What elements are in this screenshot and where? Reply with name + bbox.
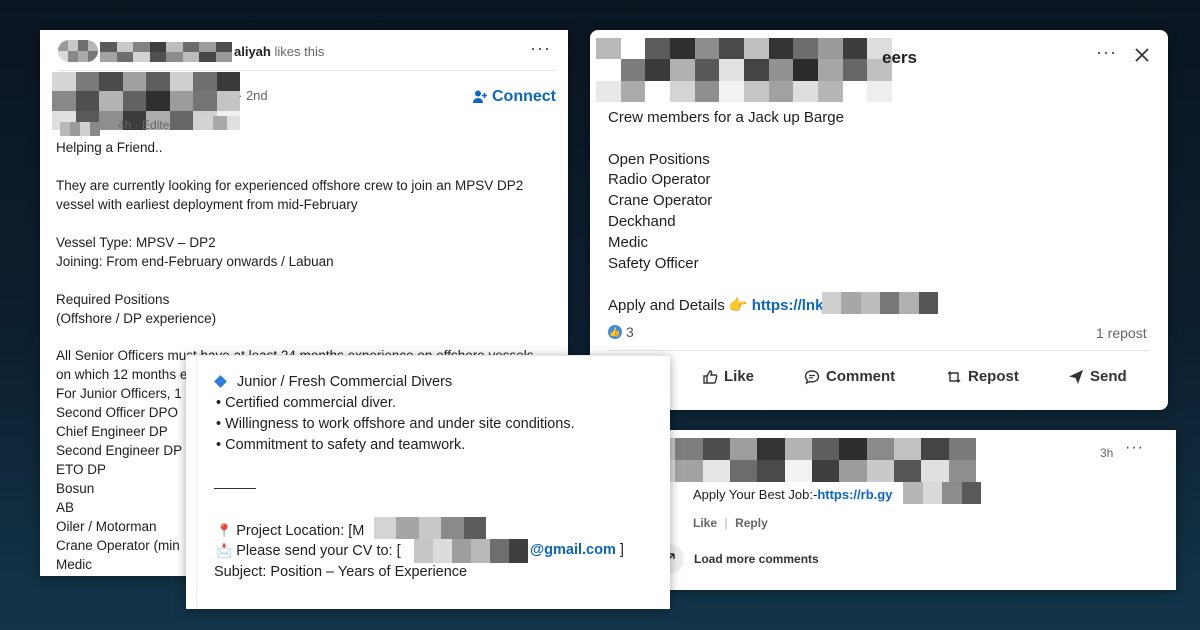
post-card-jack-up-barge: eers ··· Crew members for a Jack up Barg… xyxy=(590,30,1168,410)
bullet-item: • Commitment to safety and teamwork. xyxy=(216,437,466,453)
author-avatar-blurred xyxy=(60,122,100,136)
divider xyxy=(58,70,554,71)
post-body-line: Required Positions xyxy=(56,291,170,307)
pin-icon: 📍 xyxy=(216,523,233,538)
post-time-blur xyxy=(200,116,240,130)
send-icon xyxy=(1069,369,1083,384)
company-blurred xyxy=(596,38,892,102)
comment-link[interactable]: https://rb.gy xyxy=(817,487,892,502)
divider xyxy=(186,355,670,356)
comment-button[interactable]: Comment xyxy=(804,368,895,385)
post-body-line: Oiler / Motorman xyxy=(56,519,157,534)
send-cv-row: 📩 Please send your CV to: [ xyxy=(216,543,401,559)
post-body-line: Crane Operator (min xyxy=(56,537,180,553)
comment-icon xyxy=(804,369,820,384)
pointing-hand-icon: 👉 xyxy=(728,297,748,314)
location-blurred xyxy=(374,517,486,539)
comment-text: Apply Your Best Job:-https://rb.gy xyxy=(693,487,893,502)
post-body-line: Joining: From end-February onwards / Lab… xyxy=(56,253,334,269)
post-body-line: Medic xyxy=(608,233,649,251)
repost-button[interactable]: Repost xyxy=(946,368,1019,385)
project-location: 📍 Project Location: [M xyxy=(216,523,365,539)
repost-count[interactable]: 1 repost xyxy=(1096,324,1147,343)
post-body-line: (Offshore / DP experience) xyxy=(56,310,217,326)
like-button[interactable]: Like xyxy=(702,368,754,385)
post-body-line: Safety Officer xyxy=(608,254,699,272)
scroll-edge xyxy=(196,355,197,609)
apply-link-blurred xyxy=(822,292,938,314)
post-card-divers: Junior / Fresh Commercial Divers • Certi… xyxy=(186,355,670,609)
connection-degree: · 2nd xyxy=(238,88,268,103)
envelope-icon: 📩 xyxy=(216,543,233,558)
email-tail: @gmail.com ] xyxy=(530,542,624,558)
post-body-line: Helping a Friend.. xyxy=(56,140,163,155)
liker-name-blurred xyxy=(100,42,232,62)
post-body-line: They are currently looking for experienc… xyxy=(56,177,524,193)
post-time: 4h · Edited · xyxy=(118,118,184,132)
post-body-line: Second Engineer DP xyxy=(56,443,183,459)
post-body-line: Vessel Type: MPSV – DP2 xyxy=(56,234,216,250)
post-body-line: For Junior Officers, 1 xyxy=(56,386,182,402)
commenter-blurred xyxy=(648,438,976,482)
comment-options-icon[interactable]: ··· xyxy=(1125,439,1144,457)
bullet-item: • Certified commercial diver. xyxy=(216,395,396,411)
load-more-comments-button[interactable]: Load more comments xyxy=(654,544,819,574)
company-name-tail: eers xyxy=(882,48,917,67)
more-options-icon[interactable]: ··· xyxy=(1096,42,1117,63)
close-icon[interactable] xyxy=(1134,47,1150,63)
more-options-icon[interactable]: ··· xyxy=(530,38,551,59)
blue-diamond-icon xyxy=(214,374,227,388)
apply-row: Apply and Details 👉 https://lnk xyxy=(608,297,824,314)
post-body-line: Second Officer DPO xyxy=(56,405,179,421)
post-body-line: AB xyxy=(56,500,75,516)
post-body-line: Radio Operator xyxy=(608,171,711,189)
comment-reply-button[interactable]: Reply xyxy=(735,516,768,530)
reaction-summary[interactable]: 👍 3 xyxy=(608,324,634,340)
liker-activity: aliyah likes this xyxy=(234,44,325,59)
add-person-icon xyxy=(473,90,487,103)
connect-button[interactable]: Connect xyxy=(472,88,556,106)
send-button[interactable]: Send xyxy=(1068,368,1127,385)
post-body-line: Open Positions xyxy=(608,150,710,168)
post-body-line: ETO DP xyxy=(56,462,107,478)
comment-card: 3h ··· Apply Your Best Job:-https://rb.g… xyxy=(628,430,1176,590)
liker-avatar-blurred xyxy=(58,40,98,62)
email-link[interactable]: @gmail.com xyxy=(530,542,616,558)
divider xyxy=(608,350,1150,351)
post-body-line: Crew members for a Jack up Barge xyxy=(608,109,844,126)
comment-actions: Like | Reply xyxy=(693,516,768,530)
comment-time: 3h xyxy=(1100,446,1114,460)
comment-like-button[interactable]: Like xyxy=(693,516,717,530)
subject-line: Subject: Position – Years of Experience xyxy=(214,564,468,580)
bullet-item: • Willingness to work offshore and under… xyxy=(216,416,575,432)
post-body-line: on which 12 months e xyxy=(56,367,188,383)
comment-link-blurred xyxy=(903,482,981,504)
repost-icon xyxy=(947,370,961,383)
post-body-line: Crane Operator xyxy=(608,192,713,210)
section-divider: ——— xyxy=(214,479,256,495)
post-body-line: Bosun xyxy=(56,481,95,497)
email-blurred xyxy=(414,539,528,563)
post-body-line: Chief Engineer DP xyxy=(56,424,168,440)
post-body-line: Medic xyxy=(56,556,93,572)
like-reaction-icon: 👍 xyxy=(608,325,622,339)
thumbs-up-icon xyxy=(703,369,718,384)
connect-label: Connect xyxy=(492,88,556,105)
apply-link[interactable]: https://lnk xyxy=(752,297,824,314)
post-body-line: vessel with earliest deployment from mid… xyxy=(56,196,358,212)
post-body-line: Deckhand xyxy=(608,213,676,230)
divers-heading: Junior / Fresh Commercial Divers xyxy=(214,373,452,392)
